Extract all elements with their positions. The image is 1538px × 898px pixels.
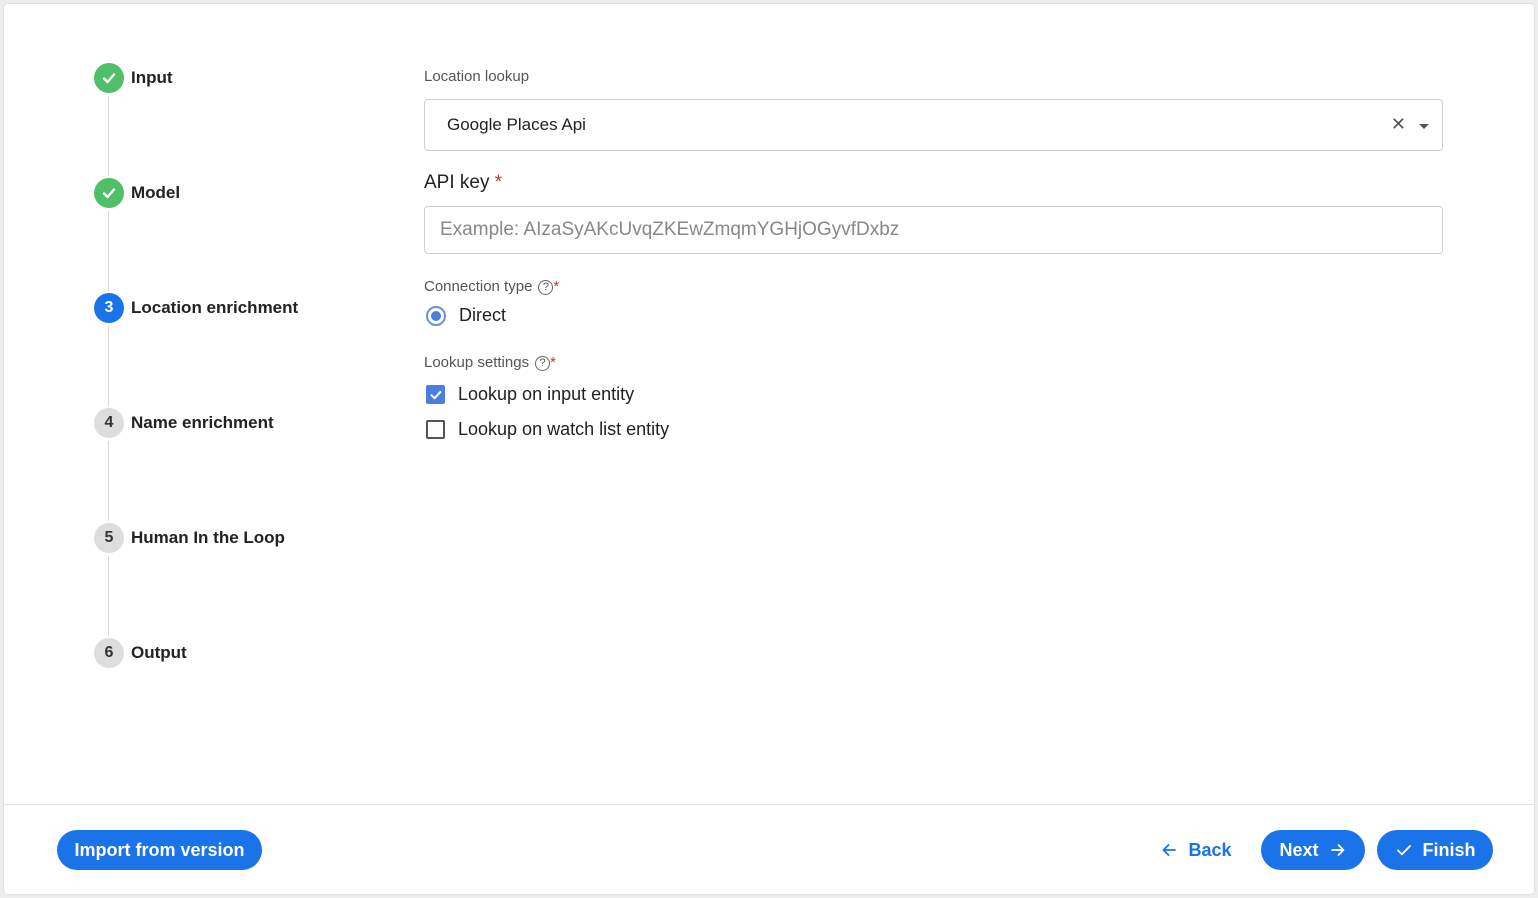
step-label: Output: [131, 643, 187, 662]
checkbox-label: Lookup on input entity: [458, 384, 635, 404]
check-icon: [94, 63, 124, 93]
step-label: Name enrichment: [131, 413, 274, 432]
radio-button[interactable]: [426, 305, 446, 326]
footer-divider: [4, 804, 1534, 805]
step-input[interactable]: Input: [94, 62, 173, 94]
required-mark: *: [553, 278, 560, 295]
api-key-label-text: API key: [424, 172, 490, 193]
wizard-card: Input Model 3 Location enrichment 4 Name…: [4, 4, 1534, 894]
lookup-settings-label-text: Lookup settings: [424, 354, 530, 371]
step-number: 5: [94, 523, 124, 553]
arrow-left-icon: [1160, 841, 1178, 859]
finish-button-label: Finish: [1422, 839, 1476, 860]
back-button-label: Back: [1188, 839, 1232, 860]
checkbox-lookup-input-entity[interactable]: Lookup on input entity: [426, 384, 634, 405]
required-mark: *: [550, 354, 556, 371]
api-key-label: API key *: [424, 172, 502, 194]
location-lookup-label: Location lookup: [424, 68, 530, 85]
step-number: 3: [94, 293, 124, 323]
step-output[interactable]: 6 Output: [94, 637, 187, 669]
location-lookup-select[interactable]: Google Places Api ✕: [424, 99, 1443, 151]
lookup-settings-label: Lookup settings? *: [424, 354, 556, 371]
step-model[interactable]: Model: [94, 177, 180, 209]
connection-type-label: Connection type? *: [424, 278, 559, 295]
api-key-input[interactable]: [424, 206, 1443, 254]
step-human-in-the-loop[interactable]: 5 Human In the Loop: [94, 522, 285, 554]
checkbox[interactable]: [426, 420, 445, 439]
step-connector: [108, 441, 109, 521]
checkbox-label: Lookup on watch list entity: [458, 419, 670, 439]
help-icon[interactable]: ?: [535, 355, 551, 371]
help-icon[interactable]: ?: [538, 279, 554, 295]
step-label: Human In the Loop: [131, 528, 285, 547]
step-name-enrichment[interactable]: 4 Name enrichment: [94, 407, 274, 439]
location-lookup-value: Google Places Api: [447, 115, 586, 134]
radio-direct[interactable]: Direct: [426, 305, 506, 326]
check-icon: [94, 178, 124, 208]
step-label: Input: [131, 68, 173, 87]
next-button[interactable]: Next: [1261, 830, 1365, 870]
finish-button[interactable]: Finish: [1377, 830, 1493, 870]
checkbox[interactable]: [426, 385, 445, 404]
import-button-label: Import from version: [74, 839, 245, 860]
step-location-enrichment[interactable]: 3 Location enrichment: [94, 292, 298, 324]
connection-type-label-text: Connection type: [424, 278, 533, 295]
chevron-down-icon[interactable]: [1419, 124, 1429, 129]
step-connector: [108, 556, 109, 636]
back-button[interactable]: Back: [1150, 830, 1242, 870]
step-number: 4: [94, 408, 124, 438]
radio-label: Direct: [459, 305, 507, 325]
step-label: Location enrichment: [131, 298, 299, 317]
check-icon: [1395, 841, 1413, 859]
step-connector: [108, 96, 109, 176]
import-from-version-button[interactable]: Import from version: [57, 830, 262, 870]
checkbox-lookup-watch-list-entity[interactable]: Lookup on watch list entity: [426, 419, 669, 440]
step-label: Model: [131, 183, 181, 202]
step-connector: [108, 211, 109, 291]
arrow-right-icon: [1329, 841, 1347, 859]
required-mark: *: [494, 172, 503, 193]
step-number: 6: [94, 638, 124, 668]
radio-dot: [431, 310, 441, 321]
step-connector: [108, 326, 109, 406]
next-button-label: Next: [1279, 839, 1319, 860]
check-icon: [430, 390, 441, 399]
close-icon[interactable]: ✕: [1391, 114, 1406, 135]
